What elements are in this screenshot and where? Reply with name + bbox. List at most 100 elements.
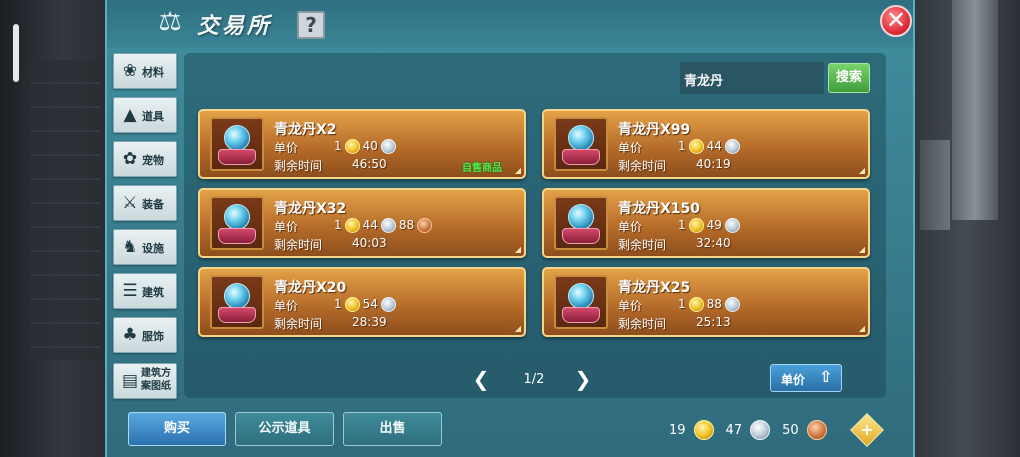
own-listing-tag: 自售商品: [462, 163, 502, 174]
dragon-pill-icon: [224, 283, 250, 309]
close-button[interactable]: ✕: [880, 5, 912, 37]
listing-name: 青龙丹X32: [274, 201, 347, 217]
dragon-pill-icon: [224, 204, 250, 230]
pill-stand-icon: [218, 149, 256, 165]
pill-stand-icon: [562, 228, 600, 244]
page-title: 交易所: [197, 14, 273, 39]
materials-icon: ❀: [122, 61, 138, 81]
time-left-value: 46:50: [352, 157, 387, 171]
add-currency-button[interactable]: +: [850, 413, 884, 447]
category-equipment[interactable]: ⚔ 装备: [113, 185, 177, 221]
category-facilities[interactable]: ♞ 设施: [113, 229, 177, 265]
item-icon-frame: [210, 196, 264, 250]
unit-price-label: 单价: [618, 220, 643, 234]
background-wall: [30, 60, 100, 360]
listing-area: 青龙丹 搜索 青龙丹X2 单价 1 40 剩余时间 46:50 自售商品 ◢ 青…: [184, 53, 886, 398]
title-bar: ⚖ 交易所 ? ✕: [107, 0, 913, 48]
listing-card[interactable]: 青龙丹X2 单价 1 40 剩余时间 46:50 自售商品 ◢: [198, 109, 526, 179]
time-left-label: 剩余时间: [274, 317, 323, 331]
time-left-value: 32:40: [696, 236, 731, 250]
gold-coin-icon: [688, 217, 704, 233]
silver-coin-icon: [724, 296, 740, 312]
building-icon: ☰: [122, 281, 138, 301]
sell-button[interactable]: 出售: [343, 412, 442, 446]
paw-icon: ✿: [122, 149, 138, 169]
dragon-pill-icon: [568, 125, 594, 151]
next-page-chevron-icon[interactable]: ❯: [574, 369, 592, 391]
copper-coin-icon: [417, 217, 433, 233]
silver-coin-icon: [724, 217, 740, 233]
currency-bar: 19 47 50: [669, 419, 839, 441]
gold-coin-icon: [693, 420, 714, 440]
time-left-value: 40:19: [696, 157, 731, 171]
category-label: 建筑方案图纸: [141, 368, 171, 392]
dragon-pill-icon: [224, 125, 250, 151]
pill-stand-icon: [218, 228, 256, 244]
dragon-pill-icon: [568, 204, 594, 230]
time-left-value: 25:13: [696, 315, 731, 329]
blueprint-icon: ▤: [121, 371, 139, 391]
silver-amount: 44: [706, 139, 722, 153]
listing-card[interactable]: 青龙丹X20 单价 1 54 剩余时间 28:39 ◢: [198, 267, 526, 337]
listing-price: 1 44 88: [334, 217, 433, 233]
listing-price: 1 54: [334, 296, 396, 312]
silver-coin-icon: [724, 138, 740, 154]
corner-ornament-icon: ◢: [514, 324, 521, 333]
silver-amount: 88: [706, 297, 722, 311]
listing-name: 青龙丹X99: [618, 122, 691, 138]
category-pets[interactable]: ✿ 宠物: [113, 141, 177, 177]
category-clothing[interactable]: ♣ 服饰: [113, 317, 177, 353]
dragon-pill-icon: [568, 283, 594, 309]
category-label: 装备: [142, 198, 164, 211]
unit-price-label: 单价: [274, 141, 299, 155]
flask-icon: ▲: [123, 105, 137, 125]
gold-coin-icon: [688, 138, 704, 154]
silver-coin-icon: [750, 420, 771, 440]
gold-coin-icon: [688, 296, 704, 312]
silver-amount: 54: [362, 297, 378, 311]
search-button[interactable]: 搜索: [828, 63, 870, 93]
item-icon-frame: [210, 275, 264, 329]
time-left-value: 28:39: [352, 315, 387, 329]
item-icon-frame: [554, 117, 608, 171]
page-indicator: 1/2: [523, 372, 545, 387]
category-label: 服饰: [142, 330, 164, 343]
time-left-label: 剩余时间: [274, 238, 323, 252]
time-left-label: 剩余时间: [618, 159, 667, 173]
category-items[interactable]: ▲ 道具: [113, 97, 177, 133]
listing-name: 青龙丹X150: [618, 201, 701, 217]
listing-card[interactable]: 青龙丹X150 单价 1 49 剩余时间 32:40 ◢: [542, 188, 870, 258]
show-item-button[interactable]: 公示道具: [235, 412, 334, 446]
background-column: [952, 0, 998, 220]
gold-amount: 1: [334, 139, 342, 153]
side-scroll-handle[interactable]: [13, 24, 19, 82]
listing-price: 1 40: [334, 138, 396, 154]
gold-coin-icon: [344, 217, 360, 233]
search-input[interactable]: 青龙丹: [680, 62, 824, 94]
category-buildings[interactable]: ☰ 建筑: [113, 273, 177, 309]
background-column-base: [920, 140, 950, 230]
time-left-value: 40:03: [352, 236, 387, 250]
time-left-label: 剩余时间: [618, 238, 667, 252]
category-label: 宠物: [142, 154, 164, 167]
listing-card[interactable]: 青龙丹X25 单价 1 88 剩余时间 25:13 ◢: [542, 267, 870, 337]
help-button[interactable]: ?: [297, 11, 325, 39]
buy-button[interactable]: 购买: [128, 412, 226, 446]
copper-balance: 50: [782, 422, 799, 438]
gold-coin-icon: [344, 138, 360, 154]
listing-card[interactable]: 青龙丹X32 单价 1 44 88 剩余时间 40:03 ◢: [198, 188, 526, 258]
corner-ornament-icon: ◢: [858, 324, 865, 333]
prev-page-chevron-icon[interactable]: ❮: [472, 369, 490, 391]
gold-amount: 1: [334, 297, 342, 311]
exchange-panel: ⚖ 交易所 ? ✕ ❀ 材料 ▲ 道具 ✿ 宠物 ⚔ 装备 ♞ 设施 ☰ 建筑: [105, 0, 915, 457]
category-materials[interactable]: ❀ 材料: [113, 53, 177, 89]
listing-card[interactable]: 青龙丹X99 单价 1 44 剩余时间 40:19 ◢: [542, 109, 870, 179]
plus-icon: +: [860, 420, 874, 439]
search-value: 青龙丹: [684, 74, 724, 89]
silver-amount: 40: [362, 139, 378, 153]
category-blueprints[interactable]: ▤ 建筑方案图纸: [113, 363, 177, 399]
scales-icon: ⚖: [158, 7, 182, 37]
sort-by-price-button[interactable]: 单价 ⇧: [770, 364, 842, 392]
unit-price-label: 单价: [274, 299, 299, 313]
item-icon-frame: [554, 196, 608, 250]
